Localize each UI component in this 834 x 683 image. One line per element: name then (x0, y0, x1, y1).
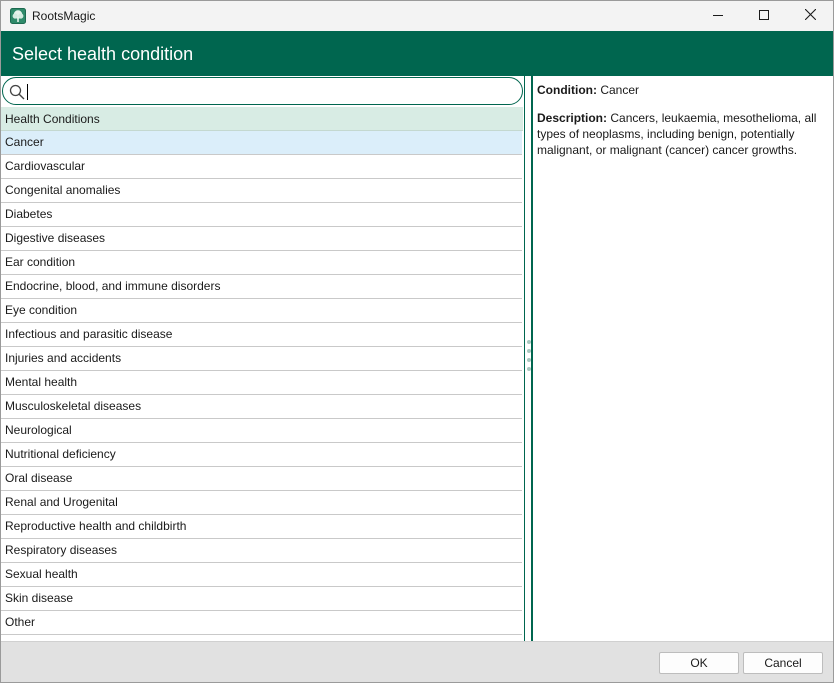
list-item[interactable]: Cardiovascular (1, 155, 522, 179)
pane-splitter[interactable] (524, 76, 533, 641)
search-input[interactable] (27, 82, 507, 102)
condition-value: Cancer (600, 83, 640, 97)
list-group-header: Health Conditions (1, 107, 523, 131)
dialog-header: Select health condition (1, 31, 833, 76)
description-label: Description: (537, 111, 608, 125)
description-detail: Description: Cancers, leukaemia, mesothe… (537, 110, 829, 158)
list-item[interactable]: Skin disease (1, 587, 522, 611)
list-item[interactable]: Other (1, 611, 522, 635)
list-item[interactable]: Reproductive health and childbirth (1, 515, 522, 539)
window-title: RootsMagic (32, 9, 96, 23)
condition-list-pane: Health Conditions Cancer Cardiovascular Co… (1, 76, 524, 641)
dialog-footer: OK Cancel (1, 641, 833, 682)
search-icon (9, 84, 25, 100)
splitter-grip-icon (527, 358, 531, 362)
dialog-window: RootsMagic Select health condition Healt… (0, 0, 834, 683)
maximize-icon (759, 9, 769, 23)
minimize-button[interactable] (695, 1, 741, 31)
list-item[interactable]: Cancer (1, 131, 522, 155)
list-item[interactable]: Ear condition (1, 251, 522, 275)
ok-button[interactable]: OK (659, 652, 739, 674)
list-item[interactable]: Endocrine, blood, and immune disorders (1, 275, 522, 299)
condition-label: Condition: (537, 83, 597, 97)
title-bar[interactable]: RootsMagic (1, 1, 833, 31)
list-item[interactable]: Eye condition (1, 299, 522, 323)
list-item[interactable]: Musculoskeletal diseases (1, 395, 522, 419)
maximize-button[interactable] (741, 1, 787, 31)
list-item[interactable]: Diabetes (1, 203, 522, 227)
list-item[interactable]: Digestive diseases (1, 227, 522, 251)
list-item[interactable]: Neurological (1, 419, 522, 443)
rootsmagic-tree-icon (10, 8, 26, 24)
minimize-icon (713, 9, 723, 23)
list-item[interactable]: Infectious and parasitic disease (1, 323, 522, 347)
search-box[interactable] (2, 77, 523, 105)
splitter-grip-icon (527, 340, 531, 344)
condition-detail: Condition: Cancer (537, 82, 829, 98)
close-icon (804, 8, 816, 23)
close-button[interactable] (787, 1, 833, 31)
dialog-title: Select health condition (12, 44, 194, 64)
health-conditions-list: Health Conditions Cancer Cardiovascular Co… (1, 107, 523, 635)
list-item[interactable]: Oral disease (1, 467, 522, 491)
list-rows: Cancer Cardiovascular Congenital anomalies… (1, 131, 523, 635)
splitter-grip-icon (527, 367, 531, 371)
list-item[interactable]: Mental health (1, 371, 522, 395)
cancel-button[interactable]: Cancel (743, 652, 823, 674)
condition-detail-pane: Condition: Cancer Description: Cancers, … (533, 76, 833, 641)
list-item[interactable]: Congenital anomalies (1, 179, 522, 203)
list-item[interactable]: Injuries and accidents (1, 347, 522, 371)
text-caret (27, 84, 28, 100)
list-item[interactable]: Nutritional deficiency (1, 443, 522, 467)
list-item[interactable]: Sexual health (1, 563, 522, 587)
list-item[interactable]: Respiratory diseases (1, 539, 522, 563)
list-item[interactable]: Renal and Urogenital (1, 491, 522, 515)
splitter-grip-icon (527, 349, 531, 353)
